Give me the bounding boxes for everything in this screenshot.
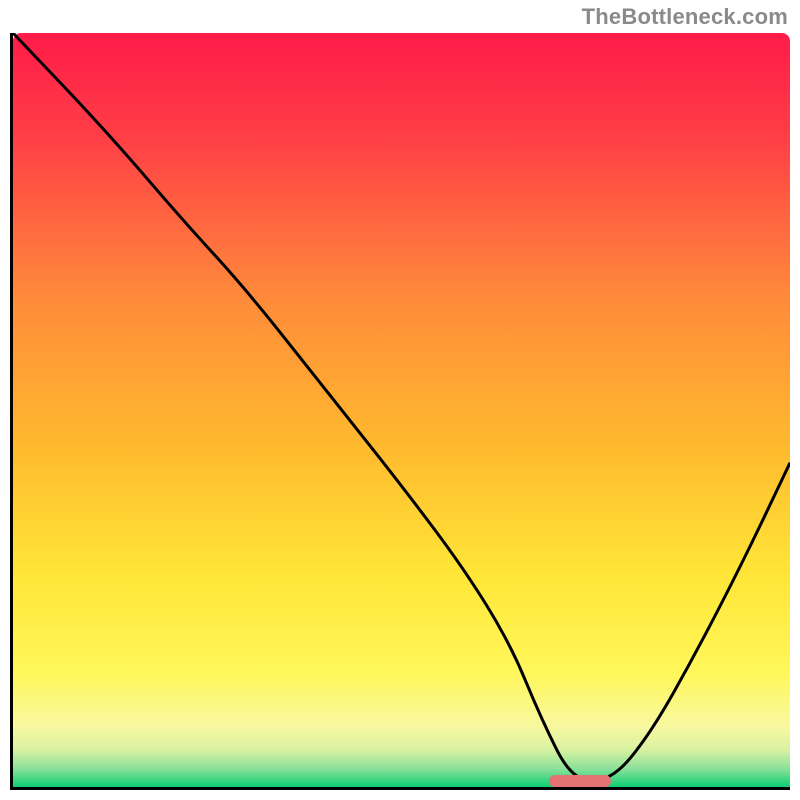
axes-frame (10, 33, 790, 790)
chart-stage: TheBottleneck.com (0, 0, 800, 800)
watermark-text: TheBottleneck.com (582, 4, 788, 30)
